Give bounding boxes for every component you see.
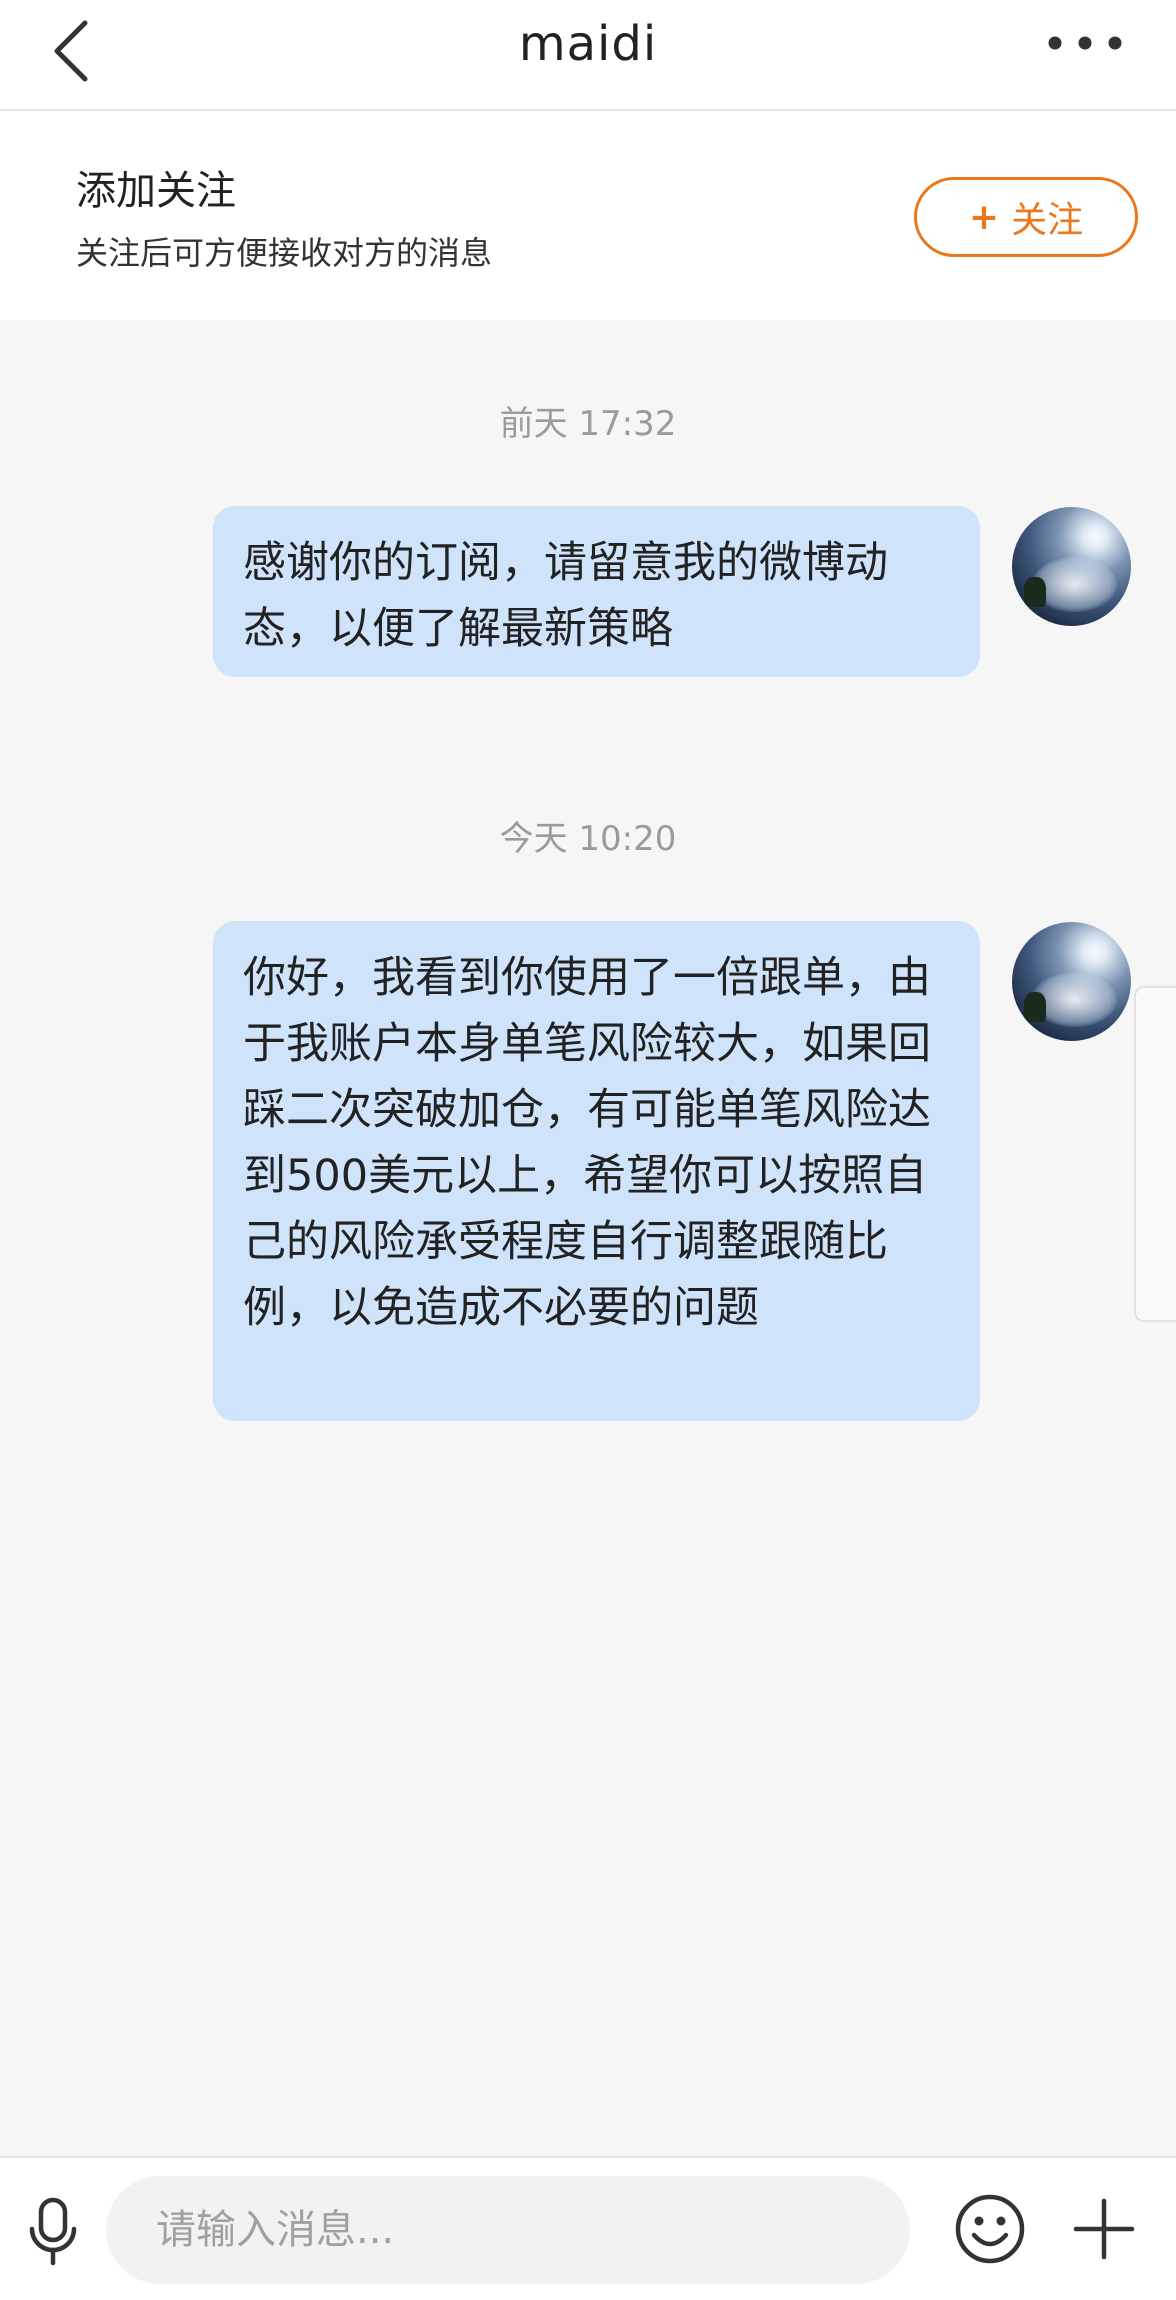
chat-title: maidi bbox=[518, 16, 658, 72]
follow-button[interactable]: + 关注 bbox=[914, 177, 1138, 257]
voice-button[interactable] bbox=[20, 2182, 86, 2282]
chat-header: maidi bbox=[0, 0, 1176, 111]
message-timestamp: 前天 17:32 bbox=[499, 404, 677, 444]
message-bubble[interactable]: 感谢你的订阅，请留意我的微博动态，以便了解最新策略 bbox=[213, 506, 980, 677]
message-input[interactable] bbox=[106, 2176, 910, 2284]
avatar-tree bbox=[1024, 577, 1046, 607]
follow-button-label: 关注 bbox=[1011, 200, 1084, 241]
input-bar bbox=[0, 2156, 1176, 2300]
more-options-button[interactable] bbox=[1030, 18, 1140, 68]
message-bubble[interactable]: 你好，我看到你使用了一倍跟单，由于我账户本身单笔风险较大，如果回踩二次突破加仓，… bbox=[213, 921, 980, 1421]
more-dots-icon bbox=[1048, 36, 1122, 50]
follow-description: 关注后可方便接收对方的消息 bbox=[76, 234, 493, 272]
avatar-tree bbox=[1024, 992, 1046, 1022]
emoji-button[interactable] bbox=[948, 2184, 1032, 2274]
message-timestamp: 今天 10:20 bbox=[499, 819, 677, 859]
avatar[interactable] bbox=[1012, 922, 1131, 1041]
follow-title: 添加关注 bbox=[76, 168, 236, 214]
emoji-icon bbox=[955, 2194, 1025, 2264]
plus-icon bbox=[1073, 2198, 1135, 2260]
follow-plus-sign: + bbox=[968, 196, 1000, 238]
microphone-icon bbox=[29, 2197, 77, 2266]
side-panel-handle[interactable] bbox=[1134, 986, 1176, 1322]
avatar[interactable] bbox=[1012, 507, 1131, 626]
follow-banner: 添加关注 关注后可方便接收对方的消息 + 关注 bbox=[0, 111, 1176, 320]
more-actions-button[interactable] bbox=[1062, 2184, 1146, 2274]
